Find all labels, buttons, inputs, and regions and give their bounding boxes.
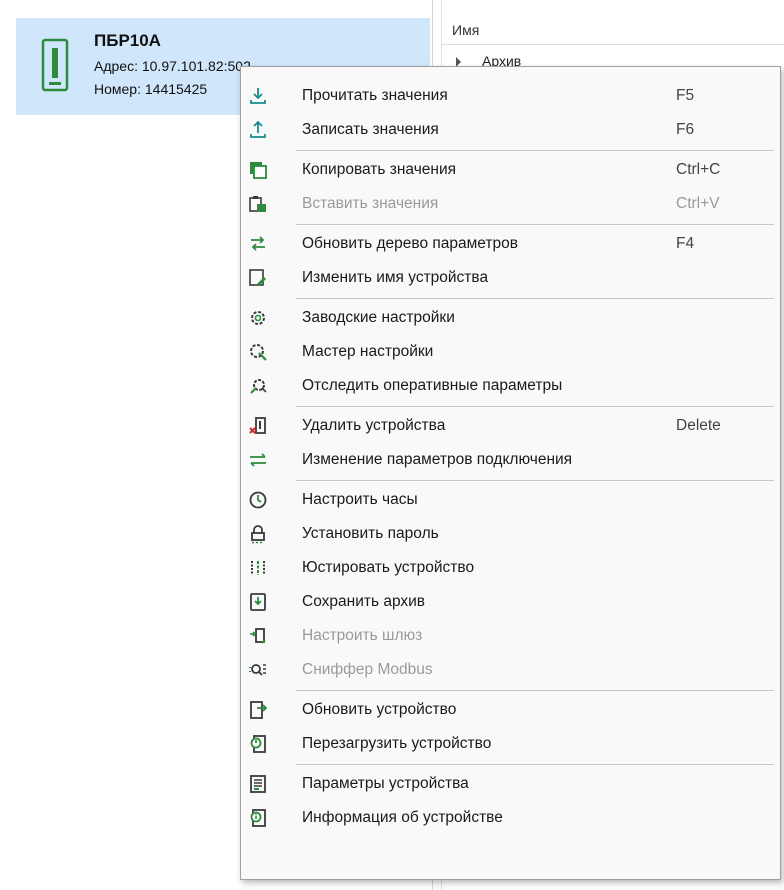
menu-item-label: Параметры устройства [302, 775, 469, 792]
menu-item-shortcut: F6 [676, 121, 695, 138]
menu-item-delete-devices[interactable]: Удалить устройства Delete [241, 409, 780, 443]
menu-item-label: Мастер настройки [302, 343, 434, 360]
menu-item-label: Изменить имя устройства [302, 269, 489, 286]
menu-item-label: Удалить устройства [302, 417, 446, 434]
wizard-icon [250, 344, 267, 361]
menu-item-label: Вставить значения [302, 195, 439, 212]
calibrate-icon [251, 561, 265, 575]
menu-separator [296, 224, 774, 225]
device-params-icon [250, 775, 266, 793]
sniffer-icon [249, 664, 266, 676]
menu-item-shortcut: Delete [676, 417, 721, 434]
menu-item-label: Записать значения [302, 121, 439, 138]
menu-item-label: Юстировать устройство [302, 559, 475, 576]
menu-item-save-archive[interactable]: Сохранить архив [241, 585, 780, 619]
menu-item-label: Прочитать значения [302, 87, 448, 104]
menu-item-shortcut: Ctrl+C [676, 161, 721, 178]
save-archive-icon [250, 593, 266, 611]
menu-item-label: Настроить шлюз [302, 627, 423, 644]
menu-item-copy-values[interactable]: Копировать значения Ctrl+C [241, 153, 780, 187]
column-header-label: Имя [452, 22, 480, 38]
menu-item-label: Установить пароль [302, 525, 439, 542]
menu-item-configure-gateway[interactable]: Настроить шлюз [241, 619, 780, 653]
menu-separator [296, 764, 774, 765]
menu-item-shortcut: F4 [676, 235, 695, 252]
monitor-icon [250, 379, 267, 394]
clock-icon [249, 491, 267, 509]
menu-item-rename-device[interactable]: Изменить имя устройства [241, 261, 780, 295]
menu-separator [296, 690, 774, 691]
menu-item-paste-values[interactable]: Вставить значения Ctrl+V [241, 187, 780, 221]
menu-item-label: Информация об устройстве [302, 809, 503, 826]
delete-device-icon [249, 417, 266, 434]
upload-icon [250, 120, 266, 138]
menu-item-label: Сниффер Modbus [302, 661, 433, 678]
menu-item-label: Обновить устройство [302, 701, 457, 718]
paste-icon [249, 196, 266, 212]
lock-icon [251, 525, 265, 544]
copy-icon [250, 162, 267, 179]
gateway-icon [250, 628, 266, 644]
menu-item-label: Отследить оперативные параметры [302, 377, 563, 394]
device-address: Адрес: 10.97.101.82:502 [94, 58, 251, 74]
menu-item-setup-wizard[interactable]: Мастер настройки [241, 335, 780, 369]
menu-item-set-password[interactable]: Установить пароль [241, 517, 780, 551]
menu-item-shortcut: Ctrl+V [676, 195, 720, 212]
menu-item-modbus-sniffer[interactable]: Сниффер Modbus [241, 653, 780, 687]
refresh-tree-icon [251, 236, 265, 251]
menu-item-update-device[interactable]: Обновить устройство [241, 693, 780, 727]
menu-item-refresh-tree[interactable]: Обновить дерево параметров F4 [241, 227, 780, 261]
factory-settings-icon [251, 311, 265, 325]
menu-separator [296, 480, 774, 481]
update-device-icon [250, 701, 268, 719]
menu-separator [296, 150, 774, 151]
menu-item-label: Сохранить архив [302, 593, 426, 610]
reboot-icon [250, 735, 266, 753]
menu-item-device-parameters[interactable]: Параметры устройства [241, 767, 780, 801]
menu-item-label: Перезагрузить устройство [302, 735, 492, 752]
info-icon [250, 809, 266, 827]
menu-item-calibrate-device[interactable]: Юстировать устройство [241, 551, 780, 585]
menu-item-read-values[interactable]: Прочитать значения F5 [241, 79, 780, 113]
menu-item-label: Копировать значения [302, 161, 457, 178]
device-number: Номер: 14415425 [94, 81, 208, 97]
menu-item-label: Настроить часы [302, 491, 418, 508]
download-icon [250, 88, 266, 104]
menu-item-label: Обновить дерево параметров [302, 235, 518, 252]
menu-item-factory-settings[interactable]: Заводские настройки [241, 301, 780, 335]
menu-separator [296, 298, 774, 299]
menu-item-label: Заводские настройки [302, 309, 455, 326]
menu-item-device-info[interactable]: Информация об устройстве [241, 801, 780, 835]
menu-item-write-values[interactable]: Записать значения F6 [241, 113, 780, 147]
device-name: ПБР10А [94, 31, 161, 50]
connection-icon [250, 453, 266, 467]
menu-item-shortcut: F5 [676, 87, 695, 104]
menu-item-reboot-device[interactable]: Перезагрузить устройство [241, 727, 780, 761]
menu-separator [296, 406, 774, 407]
menu-item-label: Изменение параметров подключения [302, 451, 573, 468]
context-menu: Прочитать значения F5 Записать значения … [240, 66, 781, 880]
menu-item-monitor-parameters[interactable]: Отследить оперативные параметры [241, 369, 780, 403]
rename-icon [249, 269, 266, 286]
device-icon [41, 38, 69, 92]
menu-item-connection-params[interactable]: Изменение параметров подключения [241, 443, 780, 477]
column-header-name[interactable]: Имя [442, 18, 784, 45]
menu-item-set-clock[interactable]: Настроить часы [241, 483, 780, 517]
